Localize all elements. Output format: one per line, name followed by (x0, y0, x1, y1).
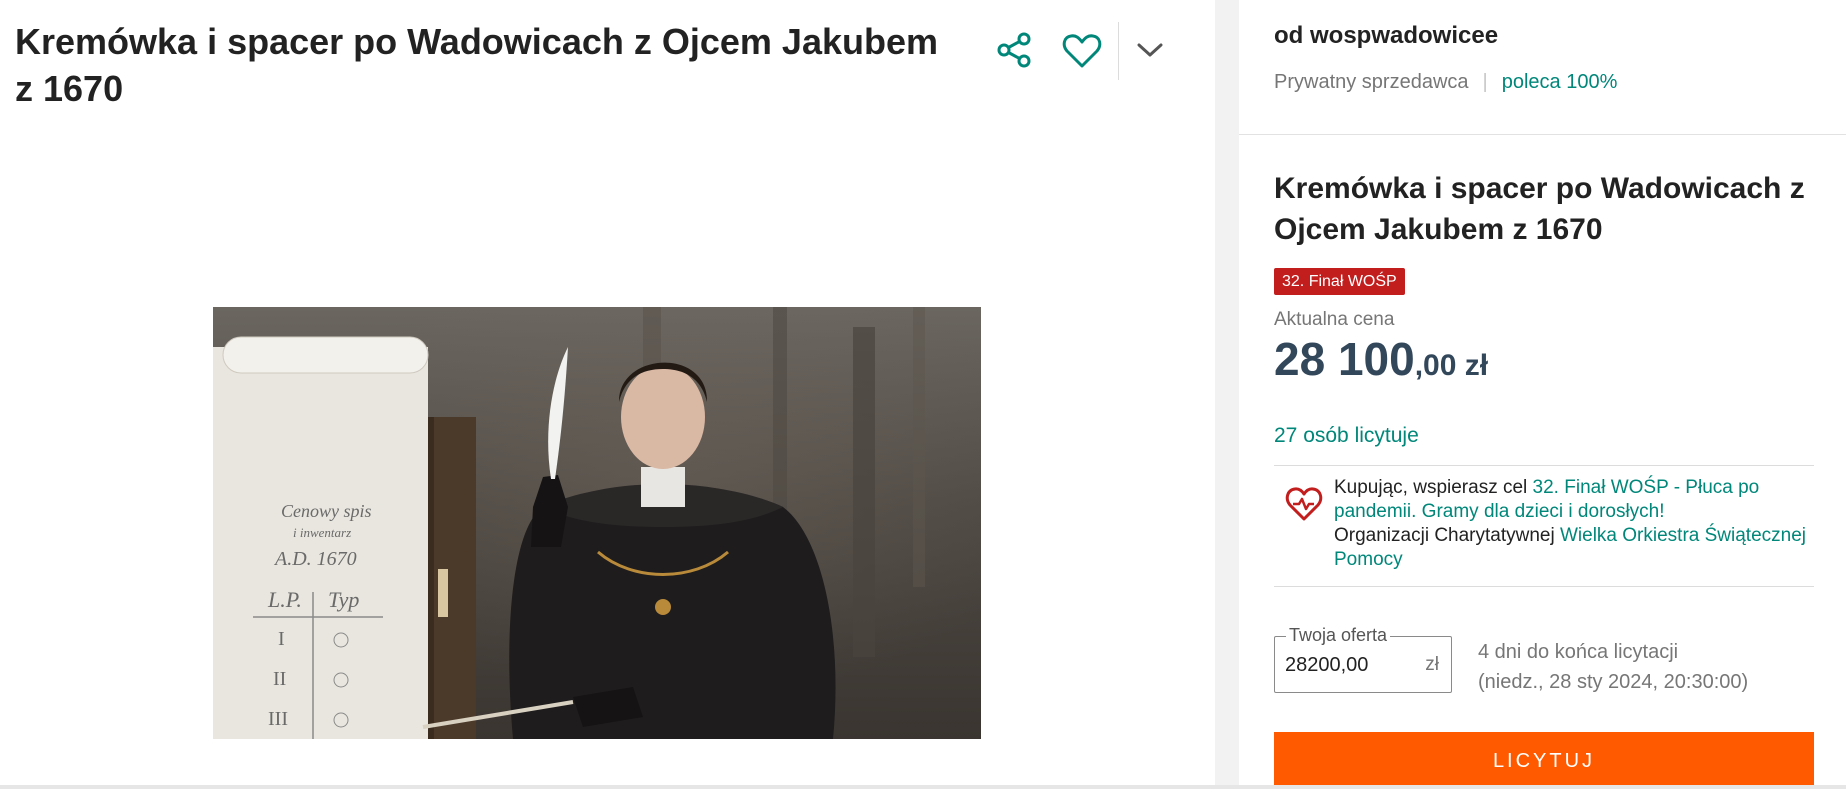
scroll-date: A.D. 1670 (273, 548, 357, 570)
charity-bottom-divider (1274, 586, 1814, 587)
bidders-count-link[interactable]: 27 osób licytuje (1274, 424, 1419, 448)
heart-pulse-icon (1285, 487, 1323, 521)
seller-meta-divider: | (1482, 71, 1488, 93)
bid-currency: zł (1425, 654, 1439, 675)
photo-illustration: Cenowy spis i inwentarz A.D. 1670 L.P. T… (213, 307, 925, 739)
bid-button[interactable]: LICYTUJ (1274, 732, 1814, 789)
auction-time-left: 4 dni do końca licytacji (1478, 641, 1679, 663)
scroll-row-2: II (273, 668, 286, 690)
charity-text-2: Organizacji Charytatywnej (1334, 525, 1560, 546)
price-main: 28 100 (1274, 333, 1415, 385)
charity-badge[interactable]: 32. Finał WOŚP (1274, 268, 1405, 295)
seller-name[interactable]: od wospwadowicee (1274, 22, 1498, 50)
more-options-button[interactable] (1130, 28, 1170, 72)
seller-meta: Prywatny sprzedawca | poleca 100% (1274, 71, 1617, 94)
share-button[interactable] (993, 28, 1037, 72)
heart-icon (1062, 34, 1102, 68)
page-bottom-border (0, 785, 1846, 789)
seller-recommendation-link[interactable]: poleca 100% (1502, 71, 1618, 94)
current-price: 28 100,00 zł (1274, 332, 1488, 386)
scroll-row-3: III (268, 708, 288, 730)
scroll-row-1: I (278, 628, 285, 650)
charity-top-divider (1274, 465, 1814, 466)
seller-type: Prywatny sprzedawca (1274, 71, 1469, 93)
main-panel: Kremówka i spacer po Wadowicach z Ojcem … (0, 0, 1215, 785)
bid-field[interactable]: Twoja oferta zł (1274, 624, 1452, 693)
auction-end-info: 4 dni do końca licytacji (niedz., 28 sty… (1478, 637, 1748, 697)
scroll-title: Cenowy spis (281, 501, 372, 521)
charity-info: Kupując, wspierasz cel 32. Finał WOŚP - … (1274, 476, 1814, 584)
actions-divider (1118, 22, 1119, 80)
charity-text-1: Kupując, wspierasz cel (1334, 477, 1533, 498)
bid-field-label: Twoja oferta (1286, 624, 1391, 646)
charity-text: Kupując, wspierasz cel 32. Finał WOŚP - … (1334, 476, 1814, 572)
page-title: Kremówka i spacer po Wadowicach z Ojcem … (15, 21, 938, 109)
offer-title: Kremówka i spacer po Wadowicach z Ojcem … (1274, 172, 1805, 246)
scroll-col-lp: L.P. (267, 587, 302, 612)
favorite-button[interactable] (1058, 28, 1106, 74)
seller-divider (1239, 134, 1846, 135)
product-photo[interactable]: Cenowy spis i inwentarz A.D. 1670 L.P. T… (213, 307, 981, 739)
chevron-down-icon (1137, 43, 1163, 57)
scroll-subtitle: i inwentarz (293, 525, 351, 540)
price-label: Aktualna cena (1274, 309, 1395, 330)
scroll-col-typ: Typ (328, 587, 359, 612)
price-decimal: ,00 zł (1414, 349, 1489, 382)
bid-input[interactable] (1285, 651, 1410, 679)
offer-panel: od wospwadowicee Prywatny sprzedawca | p… (1239, 0, 1846, 789)
auction-end-date: (niedz., 28 sty 2024, 20:30:00) (1478, 671, 1749, 693)
share-icon (997, 32, 1031, 68)
